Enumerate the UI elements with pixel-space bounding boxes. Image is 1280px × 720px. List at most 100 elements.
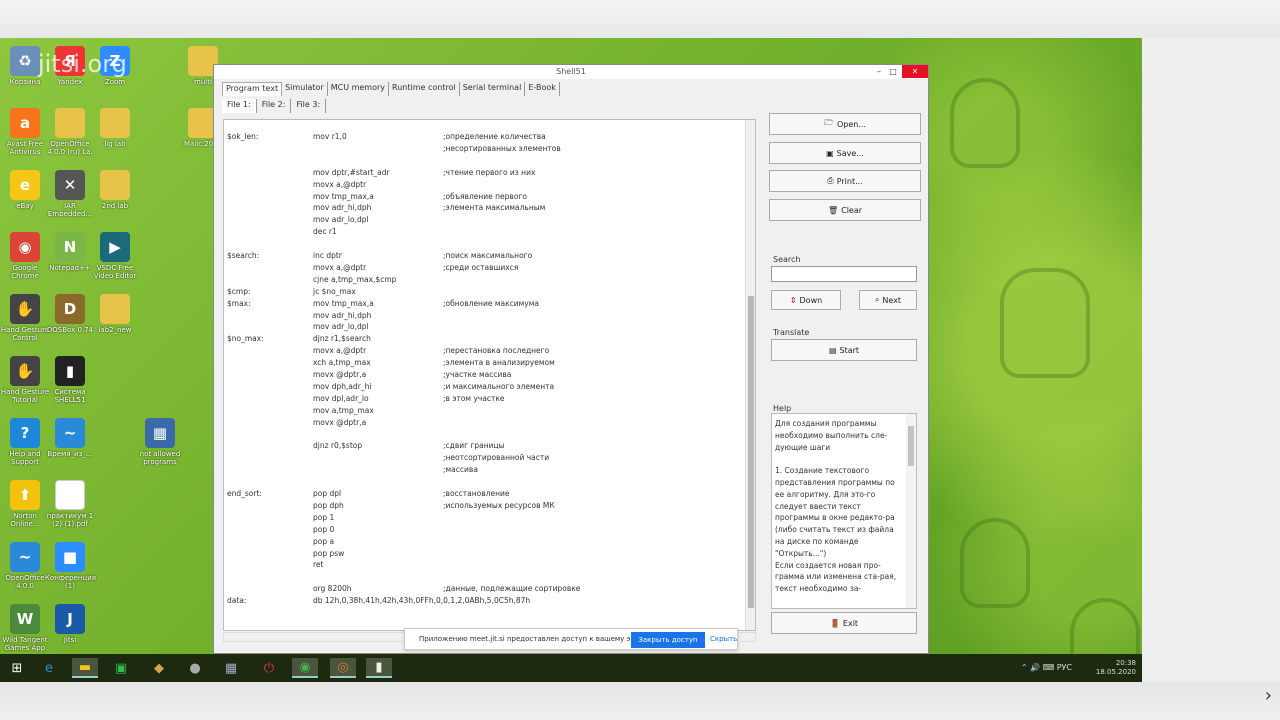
desktop-icon[interactable]: ⬆ Norton Online... <box>0 480 50 528</box>
desktop-icon[interactable]: ✕ IAR Embedded... <box>45 170 95 218</box>
window-icon[interactable]: ▦ <box>218 658 244 678</box>
tab-e-book[interactable]: E-Book <box>525 82 560 96</box>
tray-icons[interactable]: ⌃ 🔊 ⌨ РУС <box>1021 663 1072 672</box>
code-comment: ;элемента максимальным <box>443 203 546 213</box>
tab-file-3[interactable]: File 3: <box>291 99 327 113</box>
iar-icon: ✕ <box>55 170 85 200</box>
app-icon[interactable]: ◆ <box>146 658 172 678</box>
tab-file-2[interactable]: File 2: <box>257 99 292 113</box>
code-label: $ok_len: <box>227 132 259 141</box>
help-text: Для создания программы необходимо выполн… <box>775 419 897 594</box>
desktop-icon[interactable]: W Wild Tangent Games App <box>0 604 50 652</box>
tab-serial-terminal[interactable]: Serial terminal <box>460 82 526 96</box>
desktop-icon-label: Help and Support <box>9 450 41 466</box>
binoculars-icon: ⌕ <box>874 295 880 304</box>
search-down-button[interactable]: ⇕ Down <box>771 290 841 310</box>
desktop-icon-label: Конференция (1) <box>45 574 96 590</box>
decor-bulb-icon <box>1000 268 1090 378</box>
tab-simulator[interactable]: Simulator <box>282 82 328 96</box>
desktop-icon[interactable]: ~ Время_из_... <box>45 418 95 458</box>
desktop-icon-label: lig lab <box>104 140 126 148</box>
desktop-icon-label: 2nd lab <box>101 202 129 210</box>
store-icon[interactable]: ▣ <box>108 658 134 678</box>
openoffice-icon: ~ <box>55 418 85 448</box>
chrome-icon[interactable]: ◉ <box>292 658 318 678</box>
desktop-icon-label: Hand Gesture Tutorial <box>0 388 50 404</box>
code-label: $cmp: <box>227 286 251 296</box>
hide-notice-link[interactable]: Скрыть <box>710 635 737 643</box>
desktop-icon[interactable]: практикум 1 (2) (1).pdf <box>45 480 95 528</box>
clock[interactable]: 20:38 18.05.2020 <box>1096 659 1136 677</box>
folder-icon <box>100 108 130 138</box>
arrows-updown-icon: ⇕ <box>789 295 797 305</box>
search-input[interactable] <box>771 266 917 282</box>
search-next-button[interactable]: ⌕ Next <box>859 290 917 310</box>
desktop-icon[interactable]: 2nd lab <box>90 170 140 210</box>
desktop-icon[interactable]: e eBay <box>0 170 50 210</box>
language-indicator[interactable]: РУС <box>1057 663 1072 672</box>
shell51-window: Shell51 – □ ✕ Program text Simulator MCU… <box>213 64 929 654</box>
next-button-label: Next <box>882 295 902 305</box>
desktop-icon[interactable]: ? Help and Support <box>0 418 50 466</box>
desktop-icon[interactable]: J Jitsi <box>45 604 95 644</box>
folder-icon <box>100 294 130 324</box>
media-icon[interactable]: ● <box>182 658 208 678</box>
desktop-icon[interactable]: ■ Конференция (1) <box>45 542 96 590</box>
desktop-icon[interactable]: ▮ Система SHELL51 <box>45 356 95 404</box>
save-button[interactable]: ▣ Save... <box>769 142 921 164</box>
stop-sharing-button[interactable]: Закрыть доступ <box>631 632 705 648</box>
desktop-icon[interactable]: ▦ not allowed programs <box>135 418 185 466</box>
desktop-icon[interactable]: D DOSBox 0.74 <box>45 294 95 334</box>
help-scrollbar[interactable] <box>906 414 916 608</box>
close-button[interactable]: ✕ <box>902 65 928 78</box>
desktop-icon[interactable]: OpenOffice 4.0.0 (ru) La. <box>45 108 95 156</box>
code-instruction: mov tmp_max,a <box>313 191 374 201</box>
help-scrollbar-thumb[interactable] <box>908 426 914 466</box>
exit-button-label: Exit <box>842 618 859 628</box>
desktop-icon[interactable]: ~ OpenOffice 4.0.0 <box>0 542 50 590</box>
code-label: $search: <box>227 251 260 260</box>
code-instruction: dec r1 <box>313 227 337 237</box>
code-editor[interactable]: $ok_len: mov r1,0 ;определение количества;… <box>223 119 756 631</box>
desktop-icon[interactable]: ▶ VSDC Free Video Editor <box>90 232 140 280</box>
desktop-icon[interactable]: ◉ Google Chrome <box>0 232 50 280</box>
main-tabs: Program text Simulator MCU memory Runtim… <box>222 82 560 96</box>
desktop-icon[interactable]: lig lab <box>90 108 140 148</box>
chevron-right-icon[interactable]: › <box>1265 685 1272 706</box>
start-windows-icon[interactable]: ⊞ <box>4 658 30 678</box>
tab-mcu-memory[interactable]: MCU memory <box>328 82 390 96</box>
start-translate-button[interactable]: ▤ Start <box>771 339 917 361</box>
notice-text: Приложению meet.jit.si предоставлен дост… <box>419 635 655 643</box>
maximize-button[interactable]: □ <box>886 65 900 78</box>
print-button[interactable]: ⎙ Print... <box>769 170 921 192</box>
tab-runtime-control[interactable]: Runtime control <box>389 82 460 96</box>
chrome-icon: ◉ <box>10 232 40 262</box>
shell51-chip-icon[interactable]: ▮ <box>366 658 392 678</box>
desktop-icon-label: lab2_new <box>98 326 132 334</box>
recycle-bin-icon: ♻ <box>10 46 40 76</box>
app-icon[interactable]: ◎ <box>330 658 356 678</box>
code-instruction: pop dpl <box>313 489 342 498</box>
notepad-icon: N <box>55 232 85 262</box>
wildtangent-icon: W <box>10 604 40 634</box>
screen-share-notice: Приложению meet.jit.si предоставлен дост… <box>404 628 738 650</box>
tab-file-1[interactable]: File 1: <box>222 99 257 113</box>
open-button[interactable]: 🗁 Open... <box>769 113 921 135</box>
scrollbar-thumb[interactable] <box>748 296 754 608</box>
desktop-icon[interactable]: a Avast Free Antivirus <box>0 108 50 156</box>
help-box[interactable]: Для создания программы необходимо выполн… <box>771 413 917 609</box>
editor-vertical-scrollbar[interactable] <box>745 120 755 630</box>
exit-button[interactable]: 🚪 Exit <box>771 612 917 634</box>
desktop-icon[interactable]: N Notepad++ <box>45 232 95 272</box>
code-instruction: ret <box>313 560 324 570</box>
desktop-icon[interactable]: ✋ Hand Gesture Tutorial <box>0 356 50 404</box>
desktop-icon[interactable]: lab2_new <box>90 294 140 334</box>
desktop-icon-label: Wild Tangent Games App <box>2 636 48 652</box>
file-explorer-icon[interactable]: ▬ <box>72 658 98 678</box>
power-app-icon[interactable]: ⏻ <box>256 658 282 678</box>
ie-browser-icon[interactable]: e <box>36 658 62 678</box>
desktop-icon[interactable]: ✋ Hand Gesture Control <box>0 294 50 342</box>
tab-program-text[interactable]: Program text <box>222 82 283 96</box>
clear-button[interactable]: 🗑 Clear <box>769 199 921 221</box>
minimize-button[interactable]: – <box>872 65 886 78</box>
